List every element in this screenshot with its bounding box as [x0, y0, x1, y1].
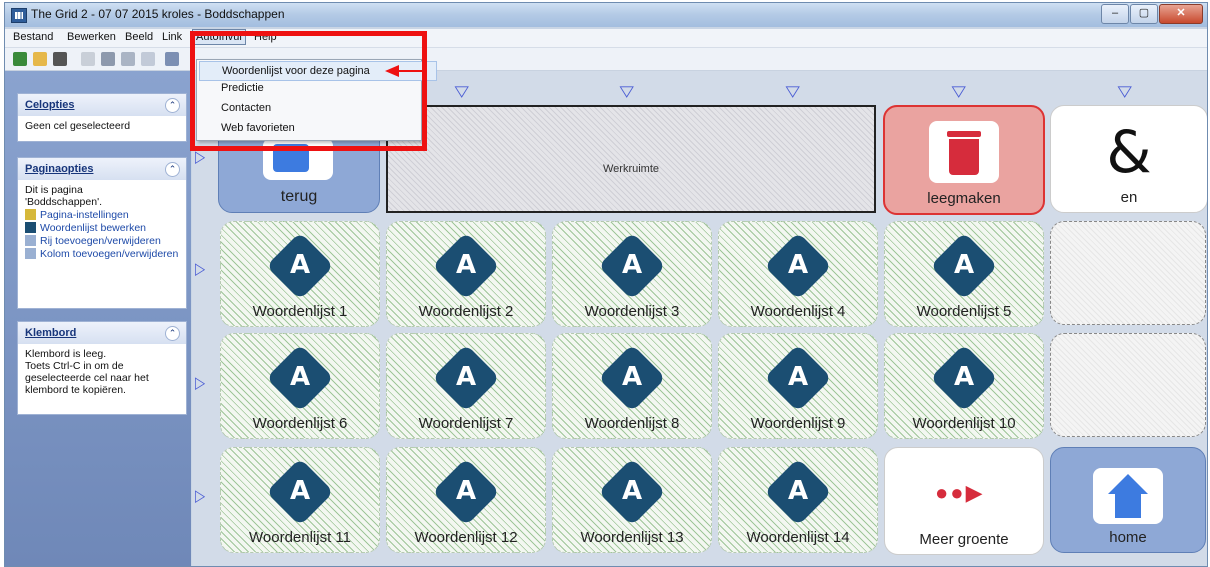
column-marker-icon[interactable]: ▽: [786, 82, 800, 100]
column-icon: [25, 248, 36, 259]
wordlist-icon: [25, 222, 36, 233]
workspace[interactable]: Werkruimte: [386, 105, 876, 213]
cut-icon[interactable]: [81, 52, 95, 66]
paste-icon[interactable]: [121, 52, 135, 66]
new-page-icon[interactable]: [13, 52, 27, 66]
wordlist-cell-5[interactable]: A Woordenlijst 5: [884, 221, 1044, 327]
home-icon: [1093, 468, 1163, 524]
klembord-title[interactable]: Klembord: [25, 327, 76, 339]
workspace-label: Werkruimte: [602, 163, 660, 175]
collapse-icon[interactable]: ⌃: [165, 162, 180, 177]
collapse-icon[interactable]: ⌃: [165, 98, 180, 113]
title-bar: The Grid 2 - 07 07 2015 kroles - Boddsch…: [5, 3, 1207, 27]
copy-icon[interactable]: [101, 52, 115, 66]
wordlist-cell-3[interactable]: A Woordenlijst 3: [552, 221, 712, 327]
empty-cell[interactable]: [1050, 221, 1206, 325]
row-icon: [25, 235, 36, 246]
wordlist-cell-10[interactable]: A Woordenlijst 10: [884, 333, 1044, 439]
wordlist-cell-13[interactable]: A Woordenlijst 13: [552, 447, 712, 553]
wordlist-cell-4[interactable]: A Woordenlijst 4: [718, 221, 878, 327]
menu-bestand[interactable]: Bestand: [10, 31, 56, 43]
menu-beeld[interactable]: Beeld: [122, 31, 156, 43]
row-marker-icon[interactable]: ▷: [195, 259, 205, 279]
wordlist-cell-12[interactable]: A Woordenlijst 12: [386, 447, 546, 553]
wordlist-cell-7[interactable]: A Woordenlijst 7: [386, 333, 546, 439]
home-cell[interactable]: home: [1050, 447, 1206, 553]
highlight-box: [190, 31, 427, 151]
wordlist-cell-8[interactable]: A Woordenlijst 8: [552, 333, 712, 439]
settings-icon: [25, 209, 36, 220]
column-marker-icon[interactable]: ▽: [1118, 82, 1132, 100]
maximize-button[interactable]: ▢: [1130, 4, 1158, 24]
clear-label: leegmaken: [927, 190, 1001, 207]
celopties-panel: Celopties ⌃ Geen cel geselecteerd: [17, 93, 187, 142]
minimize-button[interactable]: –: [1101, 4, 1129, 24]
celopties-text: Geen cel geselecteerd: [25, 120, 131, 132]
link-kolom[interactable]: Kolom toevoegen/verwijderen: [25, 248, 179, 260]
ampersand-icon: &: [1106, 118, 1152, 186]
page-info-line1: Dit is pagina: [25, 184, 83, 196]
save-icon[interactable]: [53, 52, 67, 66]
window-title: The Grid 2 - 07 07 2015 kroles - Boddsch…: [31, 7, 285, 21]
wordlist-cell-6[interactable]: A Woordenlijst 6: [220, 333, 380, 439]
app-grid-icon: [11, 8, 27, 23]
menu-bewerken[interactable]: Bewerken: [64, 31, 119, 43]
grid-icon[interactable]: [165, 52, 179, 66]
clear-cell[interactable]: leegmaken: [883, 105, 1045, 215]
wordlist-cell-11[interactable]: A Woordenlijst 11: [220, 447, 380, 553]
menu-link[interactable]: Link: [159, 31, 185, 43]
collapse-icon[interactable]: ⌃: [165, 326, 180, 341]
link-woordenlijst-bewerken[interactable]: Woordenlijst bewerken: [25, 222, 179, 234]
column-marker-icon[interactable]: ▽: [952, 82, 966, 100]
and-cell[interactable]: & en: [1050, 105, 1207, 213]
klembord-panel: Klembord ⌃ Klembord is leeg. Toets Ctrl-C…: [17, 321, 187, 415]
row-marker-icon[interactable]: ▷: [195, 373, 205, 393]
menu-bar: Bestand Bewerken Beeld Link AutoInvul He…: [5, 29, 1207, 48]
pointer-arrow-icon: [385, 65, 423, 77]
app-window: The Grid 2 - 07 07 2015 kroles - Boddsch…: [4, 2, 1208, 567]
wordlist-cell-2[interactable]: A Woordenlijst 2: [386, 221, 546, 327]
home-label: home: [1109, 529, 1147, 546]
klembord-status: Klembord is leeg.: [25, 348, 107, 360]
column-marker-icon[interactable]: ▽: [620, 82, 634, 100]
paginaopties-title[interactable]: Paginaopties: [25, 163, 93, 175]
column-marker-icon[interactable]: ▽: [455, 82, 469, 100]
empty-cell[interactable]: [1050, 333, 1206, 437]
link-pagina-instellingen[interactable]: Pagina-instellingen: [25, 209, 179, 221]
klembord-hint: Toets Ctrl-C in om de geselecteerde cel …: [25, 360, 149, 396]
row-marker-icon[interactable]: ▷: [195, 486, 205, 506]
paste-special-icon[interactable]: [141, 52, 155, 66]
trash-icon: [929, 121, 999, 183]
page-info-line2: 'Boddschappen'.: [25, 196, 102, 208]
next-arrow-icon: ●●▶: [935, 480, 985, 505]
close-button[interactable]: ✕: [1159, 4, 1203, 24]
back-label: terug: [280, 188, 318, 205]
and-label: en: [1120, 189, 1138, 206]
sidebar: Celopties ⌃ Geen cel geselecteerd Paginao…: [5, 71, 191, 566]
toolbar: [5, 48, 1207, 71]
open-folder-icon[interactable]: [33, 52, 47, 66]
more-label: Meer groente: [919, 531, 1009, 548]
link-rij[interactable]: Rij toevoegen/verwijderen: [25, 235, 179, 247]
wordlist-cell-9[interactable]: A Woordenlijst 9: [718, 333, 878, 439]
more-vegetables-cell[interactable]: ●●▶ Meer groente: [884, 447, 1044, 555]
celopties-title[interactable]: Celopties: [25, 99, 75, 111]
wordlist-cell-14[interactable]: A Woordenlijst 14: [718, 447, 878, 553]
wordlist-cell-1[interactable]: A Woordenlijst 1: [220, 221, 380, 327]
paginaopties-panel: Paginaopties ⌃ Dit is pagina 'Boddschappe…: [17, 157, 187, 309]
